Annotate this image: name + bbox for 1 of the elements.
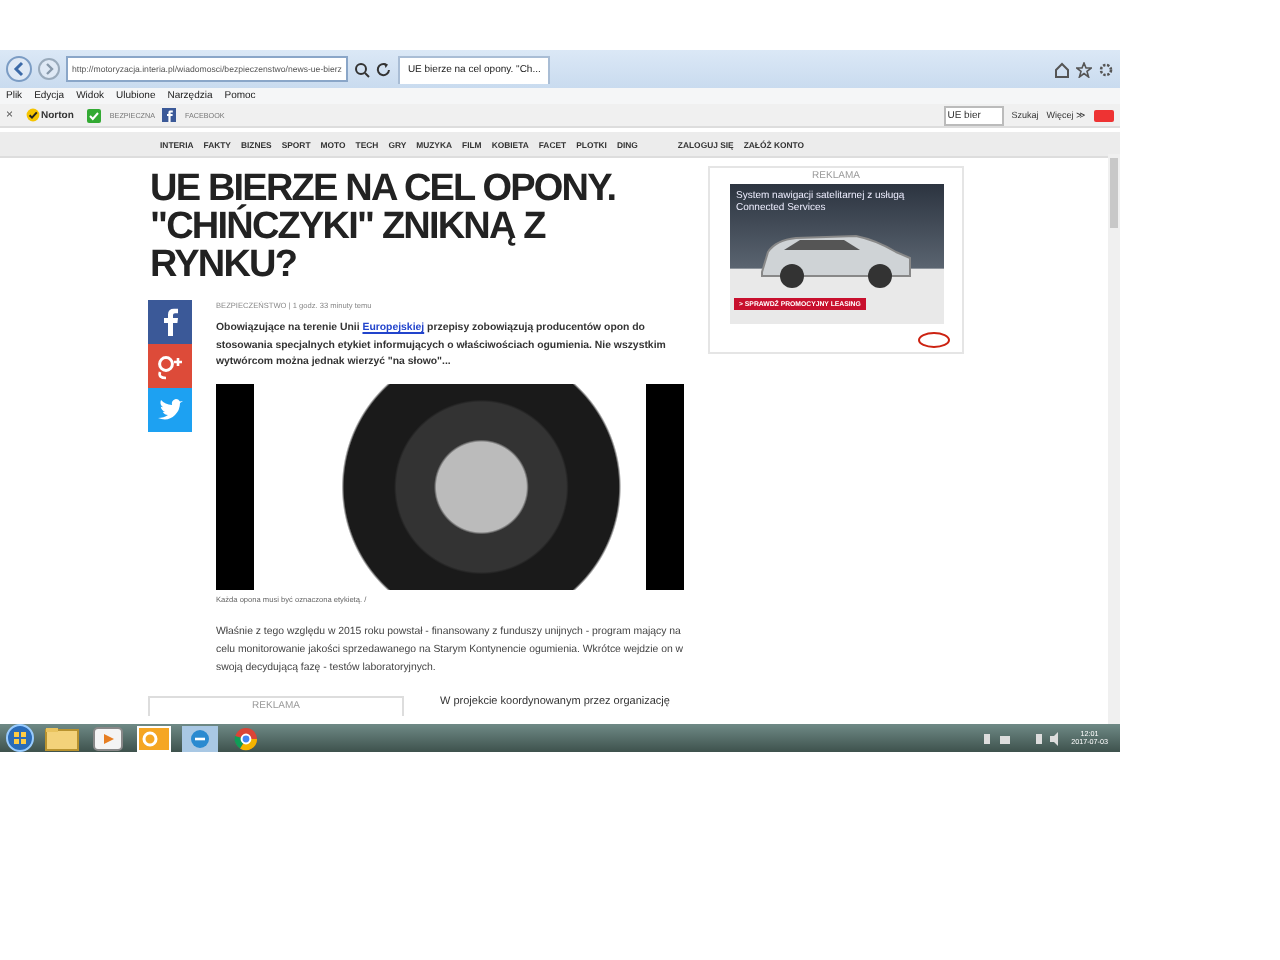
article-title: UE BIERZE NA CEL OPONY. "CHIŃCZYKI" ZNIKNĄ Z RYNKU? bbox=[150, 170, 618, 284]
